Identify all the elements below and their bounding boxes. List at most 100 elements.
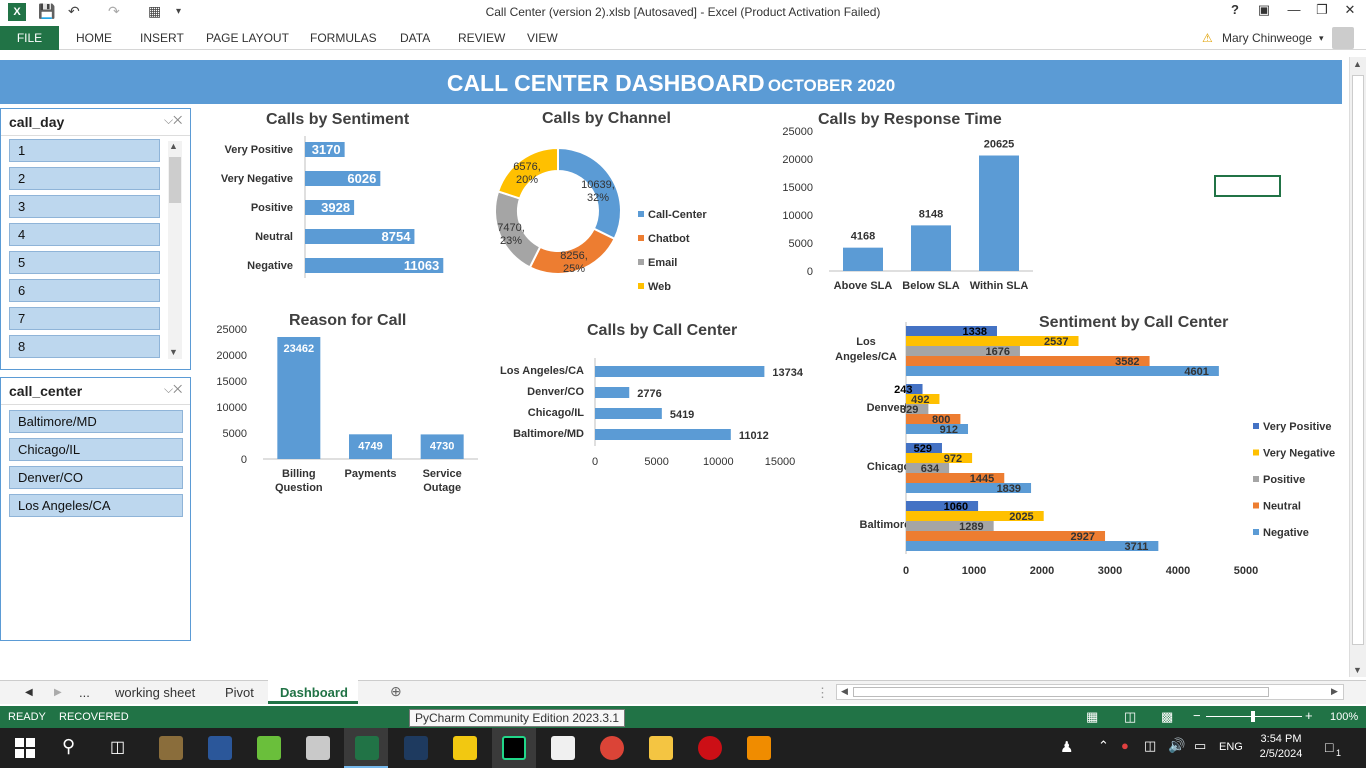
tab-split-handle[interactable]: ⋮ xyxy=(816,685,829,701)
tab-formulas[interactable]: FORMULAS xyxy=(310,31,377,45)
slicer-item[interactable]: 7 xyxy=(9,307,160,330)
minimize-icon[interactable]: — xyxy=(1280,2,1308,17)
scrollbar-thumb[interactable] xyxy=(1352,75,1364,645)
scroll-left-icon[interactable]: ◀ xyxy=(841,686,848,697)
tab-data[interactable]: DATA xyxy=(400,31,430,45)
tableau-icon[interactable] xyxy=(404,736,428,760)
slicer-scrollbar[interactable]: ▲ ▼ xyxy=(168,141,182,359)
close-icon[interactable]: ✕ xyxy=(1336,2,1364,18)
slicer-call-center[interactable]: call_center ⌵✕ Baltimore/MD Chicago/IL D… xyxy=(0,377,191,641)
selected-cell[interactable] xyxy=(1214,175,1281,197)
prev-sheet-icon[interactable]: ◀ xyxy=(25,687,33,698)
chart-sentiment-by-call-center[interactable]: Sentiment by Call Center 0 1000 2000 3000 40… xyxy=(815,310,1345,585)
slicer-item[interactable]: 5 xyxy=(9,251,160,274)
slicer-item[interactable]: 4 xyxy=(9,223,160,246)
chart-reason-for-call[interactable]: Reason for Call 0 5000 10000 15000 20000 2500… xyxy=(200,308,490,498)
notepad-icon[interactable] xyxy=(551,736,575,760)
task-view-icon[interactable]: ◫ xyxy=(110,737,125,757)
opera-icon[interactable] xyxy=(698,736,722,760)
tab-page-layout[interactable]: PAGE LAYOUT xyxy=(206,31,289,45)
clear-filter-icon[interactable]: ⌵✕ xyxy=(164,382,182,397)
scroll-up-icon[interactable]: ▲ xyxy=(1353,59,1362,69)
slicer-item[interactable]: Baltimore/MD xyxy=(9,410,183,433)
remote-desktop-icon[interactable] xyxy=(306,736,330,760)
chrome-icon[interactable] xyxy=(600,736,624,760)
user-dropdown-icon[interactable]: ▾ xyxy=(1319,33,1324,44)
avatar[interactable] xyxy=(1332,27,1354,49)
data-label-line: 20% xyxy=(516,174,538,186)
volume-icon[interactable]: 🔊 xyxy=(1168,737,1185,754)
data-label-line: 32% xyxy=(587,192,609,204)
word-icon[interactable] xyxy=(208,736,232,760)
sheet-tab-pivot[interactable]: Pivot xyxy=(225,685,254,700)
normal-view-icon[interactable]: ▦ xyxy=(1086,709,1098,725)
notifications-icon[interactable]: □ xyxy=(1325,739,1333,755)
slicer-item[interactable]: 8 xyxy=(9,335,160,358)
user-name[interactable]: Mary Chinweoge xyxy=(1222,31,1312,45)
slicer-call-day[interactable]: call_day ⌵✕ 1 2 3 4 5 6 7 8 ▲ ▼ xyxy=(0,108,191,370)
horizontal-scrollbar[interactable]: ◀ ▶ xyxy=(836,684,1344,700)
search-icon[interactable]: ⚲ xyxy=(62,736,75,757)
tab-home[interactable]: HOME xyxy=(76,31,112,45)
app-icon[interactable] xyxy=(159,736,183,760)
scroll-down-icon[interactable]: ▼ xyxy=(169,347,178,357)
scroll-up-icon[interactable]: ▲ xyxy=(169,141,178,151)
battery-icon[interactable]: ▭ xyxy=(1194,738,1206,754)
file-explorer-icon[interactable] xyxy=(649,736,673,760)
powerbi-icon[interactable] xyxy=(453,736,477,760)
slicer-item[interactable]: Denver/CO xyxy=(9,466,183,489)
tab-file[interactable]: FILE xyxy=(0,26,59,50)
excel-icon[interactable] xyxy=(355,736,379,760)
zoom-in-icon[interactable]: + xyxy=(1305,708,1313,723)
next-sheet-icon[interactable]: ▶ xyxy=(54,687,62,698)
windows-start-icon[interactable] xyxy=(15,738,35,758)
chart-calls-by-call-center[interactable]: Calls by Call Center 0 5000 10000 15000 Los … xyxy=(490,318,820,478)
legend-label: Negative xyxy=(1263,527,1309,539)
slicer-item[interactable]: 3 xyxy=(9,195,160,218)
clock-date[interactable]: 2/5/2024 xyxy=(1256,748,1306,760)
help-button[interactable]: ? xyxy=(1221,2,1249,17)
people-icon[interactable]: ♟ xyxy=(1060,738,1073,756)
slicer-item[interactable]: Chicago/IL xyxy=(9,438,183,461)
clock-time[interactable]: 3:54 PM xyxy=(1256,733,1306,745)
slicer-item[interactable]: Los Angeles/CA xyxy=(9,494,183,517)
language-indicator[interactable]: ENG xyxy=(1219,741,1243,753)
vertical-scrollbar[interactable]: ▲ ▼ xyxy=(1349,57,1366,677)
pycharm-icon[interactable] xyxy=(502,736,526,760)
page-layout-view-icon[interactable]: ◫ xyxy=(1124,709,1136,725)
clear-filter-icon[interactable]: ⌵✕ xyxy=(164,113,182,128)
zoom-out-icon[interactable]: − xyxy=(1193,708,1201,723)
bar xyxy=(843,247,883,271)
antivirus-icon[interactable]: ● xyxy=(1121,738,1129,753)
scroll-right-icon[interactable]: ▶ xyxy=(1331,686,1338,697)
tab-insert[interactable]: INSERT xyxy=(140,31,184,45)
slicer-item[interactable]: 2 xyxy=(9,167,160,190)
data-label: 3928 xyxy=(321,200,350,215)
vlc-icon[interactable] xyxy=(747,736,771,760)
show-hidden-icons-icon[interactable]: ⌃ xyxy=(1098,738,1109,754)
bar xyxy=(906,424,969,434)
chart-calls-by-response-time[interactable]: Calls by Response Time 0 5000 10000 15000 20… xyxy=(775,108,1045,298)
data-label-line: 6576, xyxy=(513,161,541,173)
ribbon-display-icon[interactable]: ▣ xyxy=(1250,2,1278,18)
tab-review[interactable]: REVIEW xyxy=(458,31,505,45)
tab-view[interactable]: VIEW xyxy=(527,31,558,45)
scrollbar-thumb[interactable] xyxy=(853,687,1269,697)
restore-icon[interactable]: ❐ xyxy=(1308,2,1336,18)
network-icon[interactable]: ◫ xyxy=(1144,738,1156,754)
chart-calls-by-sentiment[interactable]: Calls by Sentiment Very Positive 3170 Very… xyxy=(200,108,460,288)
sheet-tab-dashboard[interactable]: Dashboard xyxy=(280,685,348,700)
new-sheet-icon[interactable]: ⊕ xyxy=(390,683,402,700)
legend-swatch xyxy=(638,211,644,217)
zoom-level[interactable]: 100% xyxy=(1330,711,1358,723)
more-sheets-button[interactable]: ... xyxy=(79,685,90,700)
scrollbar-thumb[interactable] xyxy=(169,157,181,203)
chart-calls-by-channel[interactable]: Calls by Channel 10639, 32% 8256, 25% 7470, 2… xyxy=(480,108,740,293)
slicer-item[interactable]: 6 xyxy=(9,279,160,302)
slicer-item[interactable]: 1 xyxy=(9,139,160,162)
scroll-down-icon[interactable]: ▼ xyxy=(1353,665,1362,675)
camtasia-icon[interactable] xyxy=(257,736,281,760)
page-break-view-icon[interactable]: ▩ xyxy=(1161,709,1173,725)
sheet-tab-working-sheet[interactable]: working sheet xyxy=(115,685,195,700)
zoom-slider-thumb[interactable] xyxy=(1251,711,1255,722)
